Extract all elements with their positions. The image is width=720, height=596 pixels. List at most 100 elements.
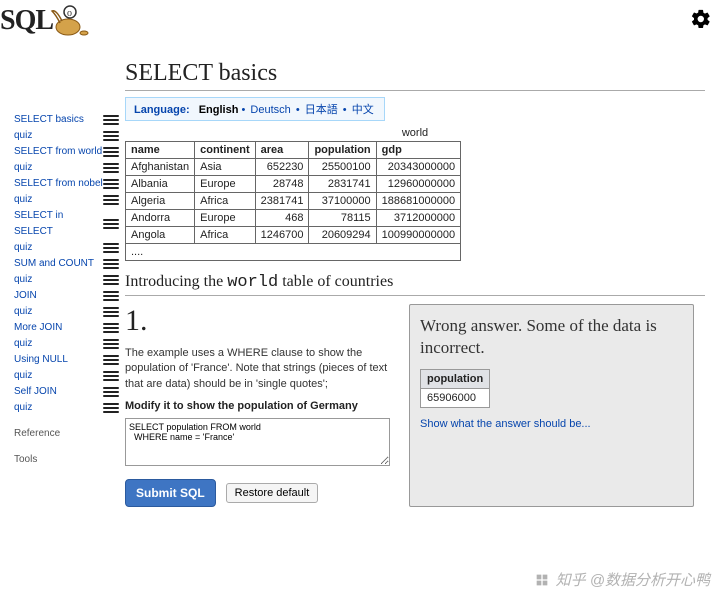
sidebar-link[interactable]: SELECT from world (14, 144, 102, 160)
sidebar-link[interactable]: JOIN (14, 288, 37, 304)
menu-icon[interactable] (103, 275, 119, 285)
table-cell: 37100000 (309, 193, 376, 210)
sidebar-link[interactable]: quiz (14, 304, 32, 320)
sidebar-link[interactable]: SELECT basics (14, 112, 84, 128)
menu-icon[interactable] (103, 115, 119, 125)
logo-graphic: o (50, 3, 100, 43)
sidebar-item: SUM and COUNT (14, 256, 119, 272)
world-header: continent (195, 142, 256, 159)
show-answer-link[interactable]: Show what the answer should be... (420, 418, 591, 430)
result-value: 65906000 (421, 389, 490, 408)
world-header: gdp (376, 142, 460, 159)
logo-text: SQL (0, 5, 53, 36)
table-cell: Africa (195, 193, 256, 210)
table-cell: 652230 (255, 159, 309, 176)
sidebar-item: quiz (14, 400, 119, 416)
result-table: population 65906000 (420, 369, 490, 408)
sidebar-item: Self JOIN (14, 384, 119, 400)
table-cell: 28748 (255, 176, 309, 193)
sidebar-item: SELECT basics (14, 112, 119, 128)
sidebar-link[interactable]: SELECT from nobel (14, 176, 103, 192)
menu-icon[interactable] (103, 339, 119, 349)
sidebar-item: quiz (14, 368, 119, 384)
sidebar-item: quiz (14, 192, 119, 208)
table-cell: 100990000000 (376, 227, 460, 244)
table-row: AfghanistanAsia6522302550010020343000000 (126, 159, 461, 176)
sidebar-item: quiz (14, 336, 119, 352)
sidebar-link[interactable]: Using NULL (14, 352, 68, 368)
language-option[interactable]: 中文 (352, 104, 374, 116)
sidebar-item: More JOIN (14, 320, 119, 336)
menu-icon[interactable] (103, 323, 119, 333)
sidebar-link[interactable]: quiz (14, 160, 32, 176)
sidebar-link[interactable]: quiz (14, 272, 32, 288)
sidebar-link[interactable]: quiz (14, 192, 32, 208)
menu-icon[interactable] (103, 131, 119, 141)
world-header: area (255, 142, 309, 159)
menu-icon[interactable] (103, 307, 119, 317)
sidebar-link[interactable]: More JOIN (14, 320, 62, 336)
table-cell: Albania (126, 176, 195, 193)
sidebar-nav: SELECT basicsquizSELECT from worldquizSE… (14, 112, 119, 468)
table-cell: 3712000000 (376, 210, 460, 227)
restore-default-button[interactable]: Restore default (226, 483, 319, 503)
menu-icon[interactable] (103, 371, 119, 381)
menu-icon[interactable] (103, 291, 119, 301)
world-header: population (309, 142, 376, 159)
settings-icon[interactable] (690, 8, 712, 33)
sidebar-item: SELECT in SELECT (14, 208, 119, 240)
question-text: The example uses a WHERE clause to show … (125, 346, 395, 392)
intro-heading: Introducing the world table of countries (125, 273, 705, 296)
table-cell: 12960000000 (376, 176, 460, 193)
table-ellipsis: .... (126, 244, 461, 261)
table-cell: 20343000000 (376, 159, 460, 176)
table-cell: Angola (126, 227, 195, 244)
sidebar-link[interactable]: quiz (14, 336, 32, 352)
table-row: AlgeriaAfrica238174137100000188681000000 (126, 193, 461, 210)
table-cell: 1246700 (255, 227, 309, 244)
page-title: SELECT basics (125, 60, 705, 91)
language-option[interactable]: Deutsch (250, 104, 290, 116)
sidebar-link[interactable]: quiz (14, 368, 32, 384)
menu-icon[interactable] (103, 163, 119, 173)
sidebar-item: quiz (14, 160, 119, 176)
table-caption: world (125, 127, 705, 139)
question-prompt: Modify it to show the population of Germ… (125, 400, 395, 412)
menu-icon[interactable] (103, 243, 119, 253)
table-row: AndorraEurope468781153712000000 (126, 210, 461, 227)
sidebar-item: quiz (14, 128, 119, 144)
sql-input[interactable] (125, 418, 390, 466)
language-option[interactable]: 日本語 (305, 104, 338, 116)
sidebar-reference[interactable]: Reference (14, 426, 119, 442)
menu-icon[interactable] (103, 219, 119, 229)
sidebar-item: Using NULL (14, 352, 119, 368)
submit-sql-button[interactable]: Submit SQL (125, 479, 216, 507)
menu-icon[interactable] (103, 195, 119, 205)
sidebar-link[interactable]: Self JOIN (14, 384, 57, 400)
result-header: population (421, 370, 490, 389)
sidebar-item: quiz (14, 272, 119, 288)
world-header: name (126, 142, 195, 159)
menu-icon[interactable] (103, 259, 119, 269)
table-cell: Africa (195, 227, 256, 244)
svg-text:o: o (67, 8, 72, 19)
sidebar-link[interactable]: quiz (14, 240, 32, 256)
sidebar-link[interactable]: quiz (14, 128, 32, 144)
sidebar-tools[interactable]: Tools (14, 452, 119, 468)
menu-icon[interactable] (103, 387, 119, 397)
sidebar-item: SELECT from nobel (14, 176, 119, 192)
sidebar-link[interactable]: quiz (14, 400, 32, 416)
site-logo[interactable]: SQL o (0, 5, 110, 45)
sidebar-link[interactable]: SELECT in SELECT (14, 208, 103, 240)
menu-icon[interactable] (103, 179, 119, 189)
table-row: AlbaniaEurope28748283174112960000000 (126, 176, 461, 193)
menu-icon[interactable] (103, 403, 119, 413)
menu-icon[interactable] (103, 147, 119, 157)
table-cell: 25500100 (309, 159, 376, 176)
sidebar-link[interactable]: SUM and COUNT (14, 256, 94, 272)
table-cell: Afghanistan (126, 159, 195, 176)
language-current: English (199, 104, 239, 116)
language-selector: Language: English • Deutsch • 日本語 • 中文 (125, 97, 385, 121)
table-cell: 2831741 (309, 176, 376, 193)
menu-icon[interactable] (103, 355, 119, 365)
